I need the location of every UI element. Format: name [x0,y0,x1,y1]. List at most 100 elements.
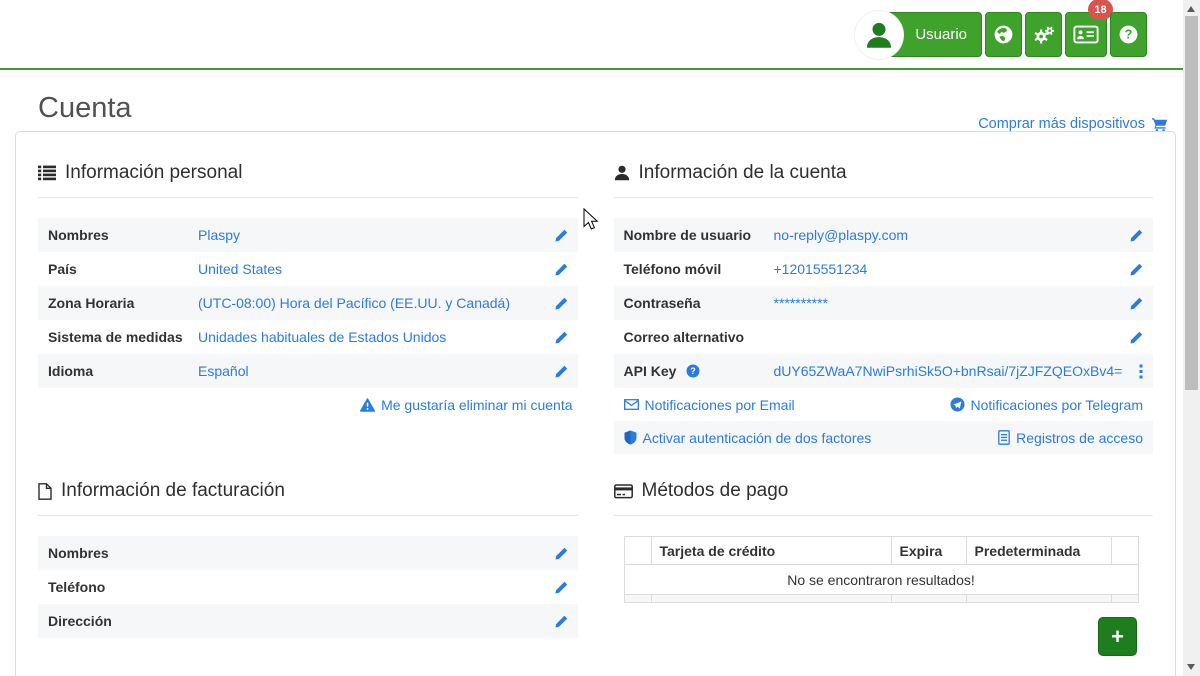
access-logs-link[interactable]: Registros de acceso [998,430,1143,446]
user-menu-button[interactable]: Usuario [880,12,982,57]
scroll-up-arrow[interactable] [1187,6,1195,12]
col-default: Predeterminada [966,537,1111,565]
row-telefono-movil: Teléfono móvil +12015551234 [614,252,1154,286]
access-logs-label: Registros de acceso [1016,430,1143,446]
vertical-scrollbar[interactable] [1183,0,1200,676]
empty-results-message: No se encontraron resultados! [624,565,1138,595]
payment-methods-table: Tarjeta de crédito Expira Predeterminada… [624,536,1139,603]
row-label: Correo alternativo [624,329,774,345]
personal-info-title: Información personal [65,162,242,184]
add-payment-method-button[interactable]: + [1098,617,1137,656]
envelope-icon [624,399,639,410]
language-button[interactable] [985,12,1022,57]
row-label: Zona Horaria [48,295,198,311]
edit-pencil-icon[interactable] [1130,331,1143,344]
divider [38,515,578,516]
section-account-info: Información de la cuenta Nombre de usuar… [614,162,1154,454]
document-icon [998,430,1010,445]
row-value[interactable]: dUY65ZWaA7NwiPsrhiSk5O+bnRsai/7jZJFZQEOx… [774,363,1140,379]
edit-pencil-icon[interactable] [555,297,568,310]
row-value[interactable]: Español [198,363,555,379]
globe-icon [993,24,1014,45]
edit-pencil-icon[interactable] [555,331,568,344]
scrollbar-thumb[interactable] [1185,16,1198,390]
edit-pencil-icon[interactable] [1130,263,1143,276]
table-footer-strip [624,595,1138,603]
two-factor-link[interactable]: Activar autenticación de dos factores [624,430,872,446]
section-personal-info: Información personal Nombres Plaspy País… [38,162,578,454]
row-label: Teléfono [48,579,198,595]
col-blank [624,537,651,565]
row-nombre-usuario: Nombre de usuario no-reply@plaspy.com [614,218,1154,252]
col-blank [1111,537,1138,565]
help-button[interactable]: ? [1110,12,1147,57]
row-value[interactable]: Plaspy [198,227,555,243]
list-icon [38,165,56,181]
edit-pencil-icon[interactable] [555,615,568,628]
shield-icon [624,430,637,445]
personal-info-rows: Nombres Plaspy País United States Zona H… [38,218,578,388]
row-contrasena: Contraseña ********** [614,286,1154,320]
divider [38,197,578,198]
notifications-row: Notificaciones por Email Notificaciones … [614,388,1154,421]
payment-methods-title: Métodos de pago [642,480,789,502]
row-label: Idioma [48,363,198,379]
settings-button[interactable] [1025,12,1062,57]
edit-pencil-icon[interactable] [555,263,568,276]
buy-more-devices-link[interactable]: Comprar más dispositivos [978,116,1168,132]
delete-account-row: Me gustaría eliminar mi cuenta [38,397,578,417]
scroll-down-arrow[interactable] [1187,664,1195,670]
row-billing-nombres: Nombres [38,536,578,570]
email-notifications-link[interactable]: Notificaciones por Email [624,397,795,413]
account-card: Información personal Nombres Plaspy País… [15,131,1176,676]
row-value[interactable]: ********** [774,295,1131,311]
row-nombres: Nombres Plaspy [38,218,578,252]
avatar [855,11,903,59]
row-label: Dirección [48,613,198,629]
row-value[interactable]: Unidades habituales de Estados Unidos [198,329,555,345]
telegram-notifications-link[interactable]: Notificaciones por Telegram [950,397,1144,413]
security-row: Activar autenticación de dos factores Re… [614,421,1154,454]
edit-pencil-icon[interactable] [1130,229,1143,242]
telegram-icon [950,397,965,412]
two-factor-label: Activar autenticación de dos factores [643,430,872,446]
plus-icon: + [1111,626,1124,648]
ellipsis-v-icon[interactable] [1139,364,1143,379]
edit-pencil-icon[interactable] [555,581,568,594]
row-label: País [48,261,198,277]
row-label: Contraseña [624,295,774,311]
svg-text:?: ? [1125,28,1133,42]
delete-account-link[interactable]: Me gustaría eliminar mi cuenta [360,397,572,413]
question-icon: ? [1118,24,1139,45]
section-payment-methods: Métodos de pago Tarjeta de crédito Expir… [614,480,1154,656]
row-value[interactable]: no-reply@plaspy.com [774,227,1131,243]
section-billing-info: Información de facturación Nombres Teléf… [38,480,578,656]
row-value[interactable]: United States [198,261,555,277]
col-expires: Expira [891,537,966,565]
billing-info-heading: Información de facturación [38,480,578,502]
edit-pencil-icon[interactable] [555,365,568,378]
user-menu-label: Usuario [915,26,967,43]
account-info-rows: Nombre de usuario no-reply@plaspy.com Te… [614,218,1154,454]
edit-pencil-icon[interactable] [555,229,568,242]
divider [614,515,1154,516]
edit-pencil-icon[interactable] [555,547,568,560]
row-value[interactable]: +12015551234 [774,261,1131,277]
personal-info-heading: Información personal [38,162,578,184]
cogs-icon [1032,25,1056,45]
buy-more-devices-label: Comprar más dispositivos [978,116,1145,132]
row-api-key: API Key ? dUY65ZWaA7NwiPsrhiSk5O+bnRsai/… [614,354,1154,388]
top-navbar: Usuario [0,0,1200,70]
payment-methods-heading: Métodos de pago [614,480,1154,502]
row-sistema-medidas: Sistema de medidas Unidades habituales d… [38,320,578,354]
row-label: API Key ? [624,363,774,379]
account-page: Usuario [0,0,1200,676]
edit-pencil-icon[interactable] [1130,297,1143,310]
row-value[interactable]: (UTC-08:00) Hora del Pacífico (EE.UU. y … [198,295,555,311]
api-key-help-icon[interactable]: ? [686,364,700,378]
file-icon [38,483,52,500]
email-notifications-label: Notificaciones por Email [645,397,795,413]
devices-button[interactable]: 18 [1065,12,1107,57]
user-avatar-icon [862,18,896,52]
row-idioma: Idioma Español [38,354,578,388]
